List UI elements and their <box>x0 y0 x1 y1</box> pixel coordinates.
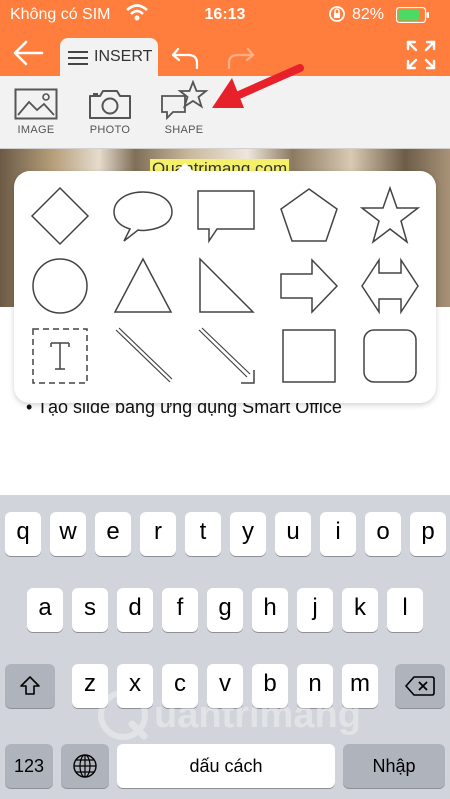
key-n[interactable]: n <box>297 664 333 708</box>
battery-icon <box>396 7 429 23</box>
star-shape-icon[interactable] <box>359 185 421 247</box>
image-icon <box>14 88 58 120</box>
backspace-key[interactable] <box>395 664 445 708</box>
battery-percent: 82% <box>352 6 385 23</box>
status-bar: Không có SIM 16:13 82% <box>0 0 450 30</box>
arrow-line-shape-icon[interactable] <box>195 325 257 387</box>
key-f[interactable]: f <box>162 588 198 632</box>
oval-callout-shape-icon[interactable] <box>112 185 174 247</box>
keyboard: q w e r t y u i o p a s d f g h j k l z … <box>0 495 450 799</box>
key-a[interactable]: a <box>27 588 63 632</box>
rectangle-callout-shape-icon[interactable] <box>195 185 257 247</box>
fullscreen-icon[interactable] <box>406 40 436 70</box>
globe-icon <box>73 754 97 778</box>
right-arrow-shape-icon[interactable] <box>278 255 340 317</box>
key-v[interactable]: v <box>207 664 243 708</box>
tab-insert[interactable]: INSERT <box>60 38 158 76</box>
key-g[interactable]: g <box>207 588 243 632</box>
key-x[interactable]: x <box>117 664 153 708</box>
insert-image-label: IMAGE <box>17 124 55 136</box>
backspace-icon <box>405 676 435 696</box>
square-shape-icon[interactable] <box>278 325 340 387</box>
insert-shape-label: SHAPE <box>164 124 204 136</box>
key-z[interactable]: z <box>72 664 108 708</box>
key-m[interactable]: m <box>342 664 378 708</box>
key-o[interactable]: o <box>365 512 401 556</box>
key-b[interactable]: b <box>252 664 288 708</box>
key-c[interactable]: c <box>162 664 198 708</box>
shape-picker-popup <box>14 171 436 403</box>
key-t[interactable]: t <box>185 512 221 556</box>
right-triangle-shape-icon[interactable] <box>195 255 257 317</box>
key-y[interactable]: y <box>230 512 266 556</box>
key-i[interactable]: i <box>320 512 356 556</box>
insert-photo-label: PHOTO <box>89 124 131 136</box>
key-j[interactable]: j <box>297 588 333 632</box>
key-s[interactable]: s <box>72 588 108 632</box>
return-key[interactable]: Nhập <box>343 744 445 788</box>
camera-icon <box>89 90 131 119</box>
shift-key[interactable] <box>5 664 55 708</box>
insert-photo-button[interactable]: PHOTO <box>78 88 142 136</box>
orientation-lock-icon <box>329 6 345 22</box>
back-arrow-icon[interactable] <box>8 36 48 70</box>
key-k[interactable]: k <box>342 588 378 632</box>
circle-shape-icon[interactable] <box>29 255 91 317</box>
space-key[interactable]: dấu cách <box>117 744 335 788</box>
key-e[interactable]: e <box>95 512 131 556</box>
globe-key[interactable] <box>61 744 109 788</box>
key-w[interactable]: w <box>50 512 86 556</box>
menu-icon <box>68 51 88 65</box>
key-q[interactable]: q <box>5 512 41 556</box>
diamond-shape-icon[interactable] <box>29 185 91 247</box>
left-right-arrow-shape-icon[interactable] <box>359 255 421 317</box>
key-p[interactable]: p <box>410 512 446 556</box>
shift-icon <box>20 676 40 695</box>
text-box-shape-icon[interactable] <box>29 325 91 387</box>
rounded-square-shape-icon[interactable] <box>359 325 421 387</box>
tab-insert-label: INSERT <box>94 48 153 65</box>
red-pointer-arrow <box>212 64 304 108</box>
triangle-shape-icon[interactable] <box>112 255 174 317</box>
insert-image-button[interactable]: IMAGE <box>4 88 68 136</box>
key-u[interactable]: u <box>275 512 311 556</box>
pentagon-shape-icon[interactable] <box>278 185 340 247</box>
key-r[interactable]: r <box>140 512 176 556</box>
numbers-key[interactable]: 123 <box>5 744 53 788</box>
line-shape-icon[interactable] <box>112 325 174 387</box>
key-l[interactable]: l <box>387 588 423 632</box>
key-h[interactable]: h <box>252 588 288 632</box>
key-d[interactable]: d <box>117 588 153 632</box>
